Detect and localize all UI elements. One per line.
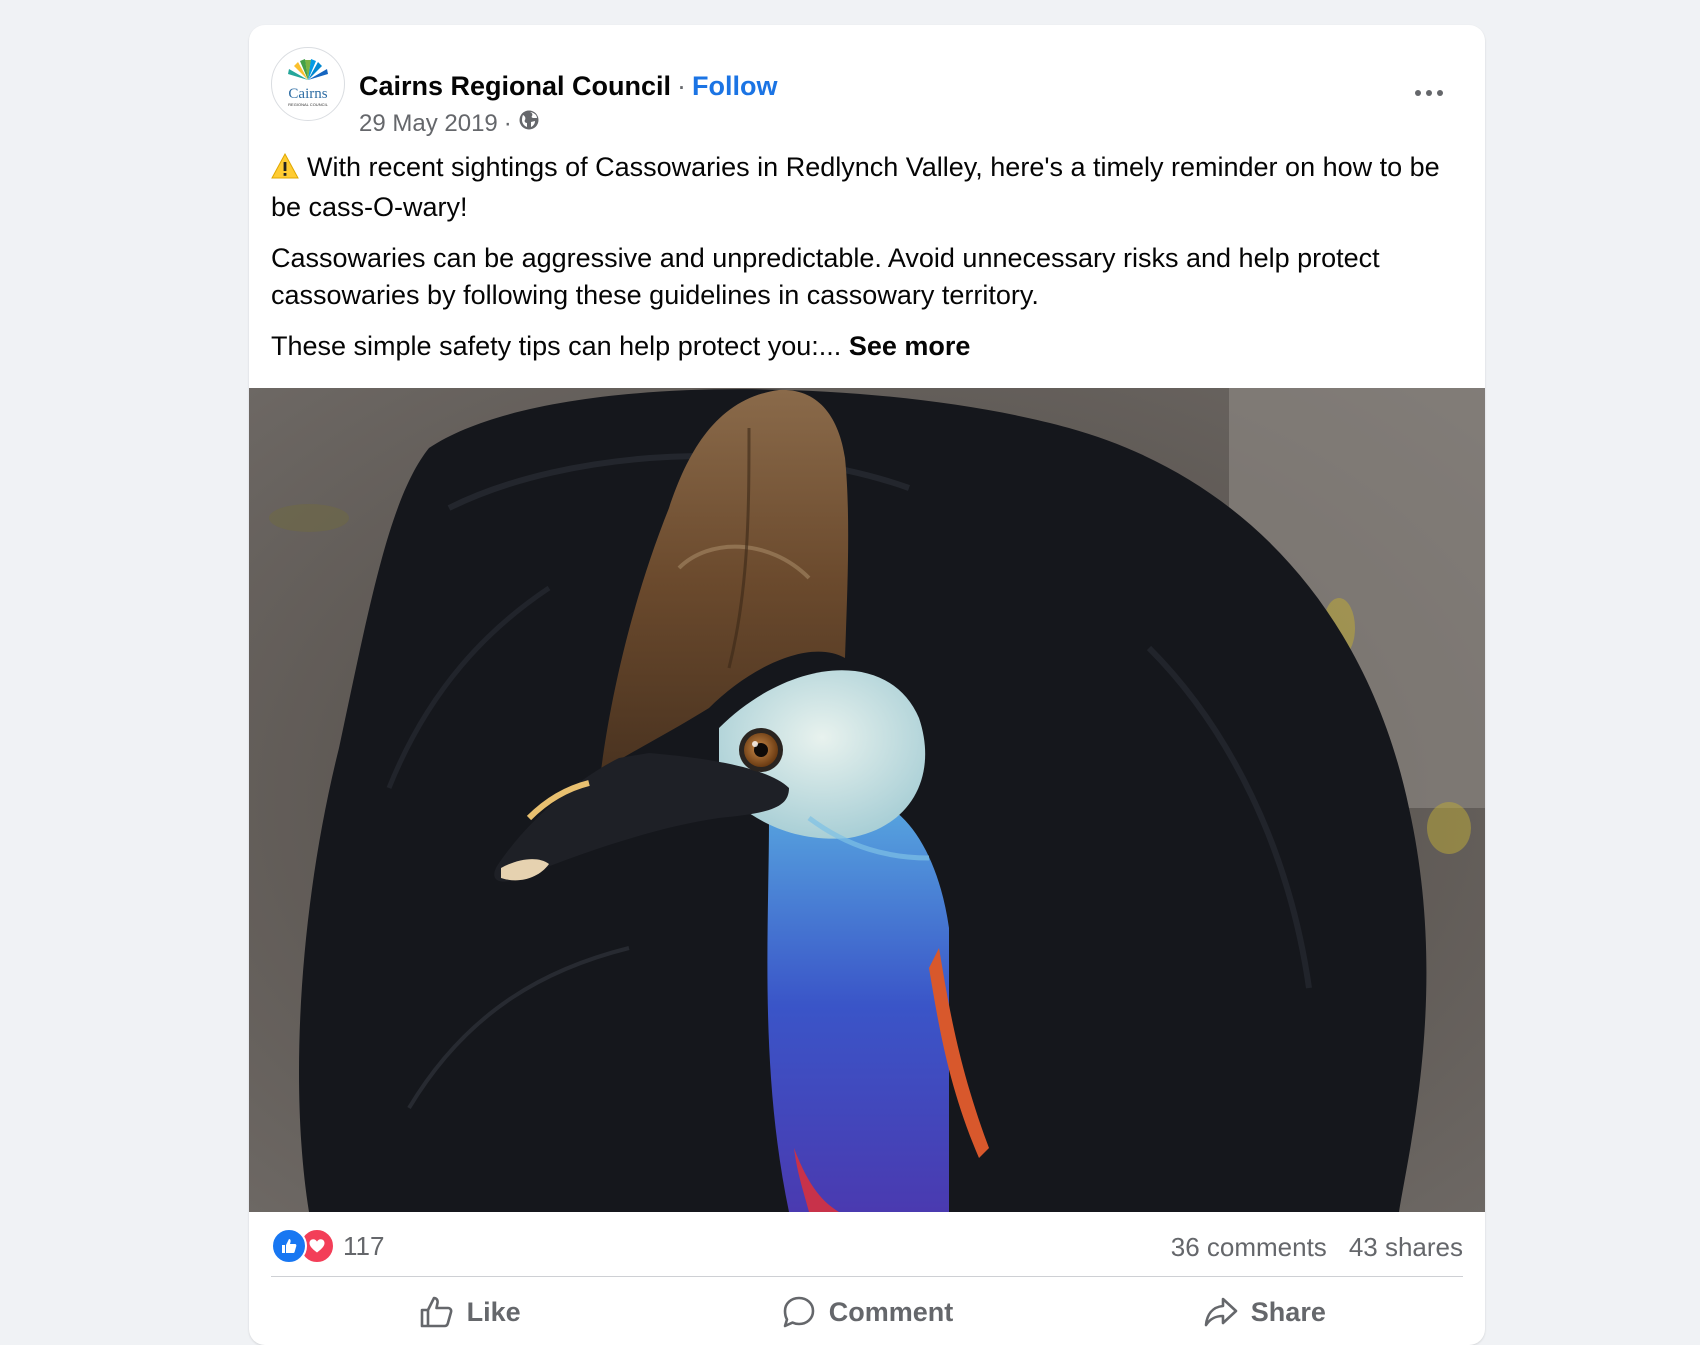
post-meta: 29 May 2019 · <box>359 109 540 138</box>
post-paragraph: These simple safety tips can help protec… <box>271 331 971 361</box>
engagement-counts: 36 comments 43 shares <box>1171 1232 1463 1263</box>
ellipsis-icon <box>1415 90 1421 96</box>
share-arrow-icon <box>1203 1295 1239 1329</box>
post-paragraph: Cassowaries can be aggressive and unpred… <box>271 243 1380 310</box>
comment-label: Comment <box>828 1296 954 1327</box>
post-photo[interactable] <box>249 388 1485 1212</box>
page-avatar[interactable]: Cairns REGIONAL COUNCIL <box>271 47 345 121</box>
post-actions: Like Comment Share <box>271 1277 1463 1345</box>
reaction-count: 117 <box>343 1230 385 1261</box>
comment-button[interactable]: Comment <box>668 1277 1065 1345</box>
share-label: Share <box>1250 1296 1326 1327</box>
globe-icon[interactable] <box>518 109 540 138</box>
svg-text:REGIONAL COUNCIL: REGIONAL COUNCIL <box>288 102 328 107</box>
warning-icon <box>271 152 299 189</box>
comments-count-link[interactable]: 36 comments <box>1171 1232 1327 1262</box>
like-label: Like <box>466 1296 521 1327</box>
post-header: Cairns REGIONAL COUNCIL Cairns Regional … <box>271 47 1463 137</box>
shares-count-link[interactable]: 43 shares <box>1349 1232 1463 1262</box>
page-name-link[interactable]: Cairns Regional Council <box>359 71 671 101</box>
like-button[interactable]: Like <box>271 1277 668 1345</box>
comment-bubble-icon <box>781 1295 817 1329</box>
post-author-line: Cairns Regional Council · Follow <box>359 71 778 102</box>
post-paragraph: With recent sightings of Cassowaries in … <box>271 152 1440 222</box>
name-separator: · <box>677 71 687 101</box>
council-logo: Cairns REGIONAL COUNCIL <box>288 59 329 107</box>
thumbs-up-icon <box>419 1295 455 1329</box>
post-card: Cairns REGIONAL COUNCIL Cairns Regional … <box>249 25 1485 1345</box>
share-button[interactable]: Share <box>1066 1277 1463 1345</box>
like-reaction-icon <box>271 1228 307 1264</box>
more-options-button[interactable] <box>1409 81 1449 105</box>
follow-button[interactable]: Follow <box>692 71 777 101</box>
post-body: With recent sightings of Cassowaries in … <box>271 149 1461 379</box>
meta-separator: · <box>503 109 512 137</box>
post-date-link[interactable]: 29 May 2019 <box>359 110 498 138</box>
reactions-summary[interactable]: 117 <box>271 1228 384 1264</box>
post-stats-bar: 117 36 comments 43 shares <box>271 1212 1463 1277</box>
cassowary-photo <box>249 388 1485 1212</box>
see-more-link[interactable]: See more <box>849 331 971 361</box>
svg-text:Cairns: Cairns <box>288 86 327 102</box>
